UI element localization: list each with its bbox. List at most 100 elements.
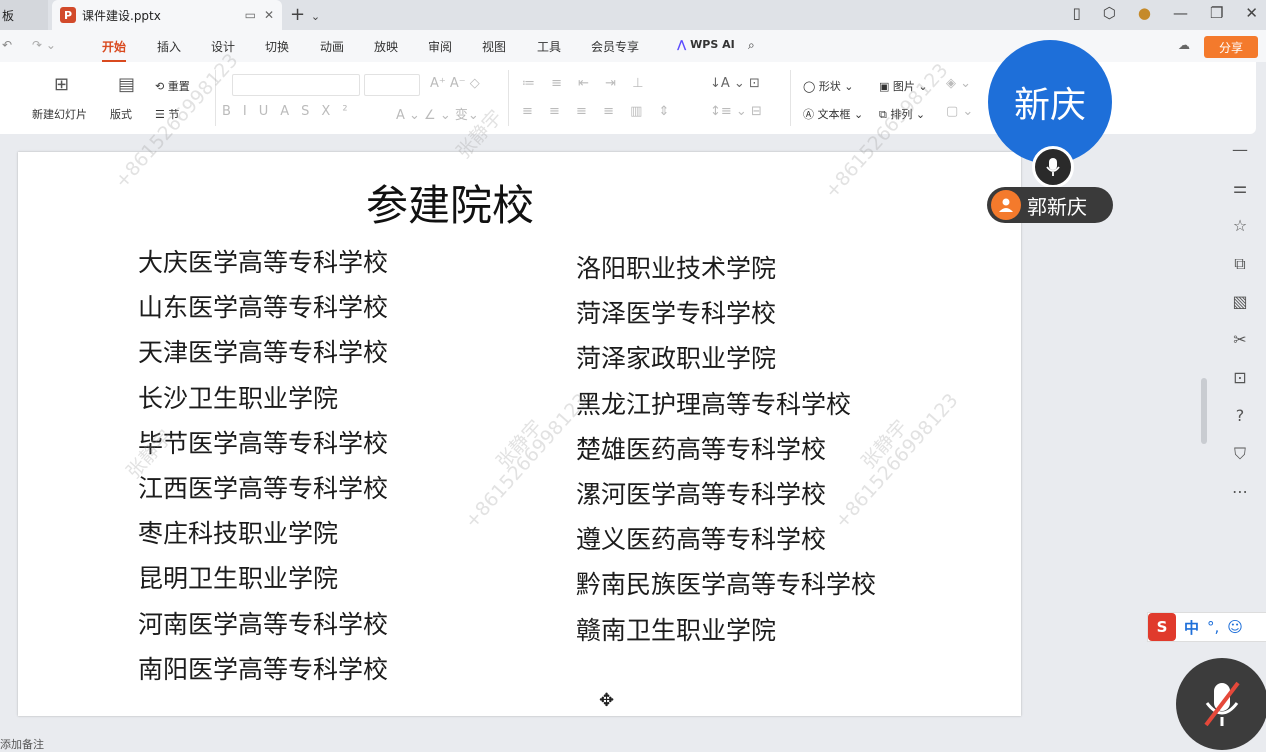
fill-icon[interactable]: ◈ ⌄: [946, 76, 971, 91]
reset-label: 重置: [167, 80, 190, 93]
menu-review[interactable]: 审阅: [428, 38, 452, 55]
font-size-select[interactable]: [364, 74, 420, 96]
ribbon-divider: [508, 70, 509, 126]
shape-label: 形状: [818, 80, 841, 93]
arrange-button[interactable]: ⧉ 排列 ⌄: [879, 106, 925, 122]
mic-icon: [1032, 146, 1074, 188]
layout-button[interactable]: 版式: [110, 106, 132, 122]
outline-icon[interactable]: ▢ ⌄: [946, 104, 973, 119]
undo-icon[interactable]: ↶: [2, 38, 12, 52]
close-window-icon[interactable]: ✕: [1245, 4, 1258, 22]
tab-previous-label: 板: [2, 8, 15, 23]
textbox-button[interactable]: Ⓐ 文本框 ⌄: [803, 106, 863, 122]
text-format-icons[interactable]: BIUASX²: [222, 104, 360, 119]
tab-previous[interactable]: 板: [0, 0, 48, 30]
notes-placeholder: 添加备注: [0, 738, 44, 751]
ime-toolbar[interactable]: S 中 °, ☺: [1147, 612, 1266, 642]
list-item: 枣庄科技职业学院: [138, 519, 339, 549]
list-item: 天津医学高等专科学校: [138, 338, 389, 368]
minimize-icon[interactable]: —: [1173, 4, 1188, 22]
textbox-label: 文本框: [817, 108, 851, 121]
menu-view[interactable]: 视图: [482, 38, 506, 55]
font-family-select[interactable]: [232, 74, 360, 96]
wps-ai-label: WPS AI: [690, 38, 735, 51]
restore-icon[interactable]: ❐: [1210, 4, 1223, 22]
line-spacing-icon[interactable]: ↕≡ ⌄ ⊟: [710, 104, 762, 119]
font-color-icon[interactable]: A ⌄ ∠ ⌄ 变⌄: [396, 104, 479, 123]
menu-design[interactable]: 设计: [211, 38, 235, 55]
help-icon[interactable]: ?: [1222, 406, 1258, 444]
menu-insert[interactable]: 插入: [157, 38, 181, 55]
list-item: 赣南卫生职业学院: [576, 615, 777, 645]
share-button[interactable]: 分享: [1204, 36, 1258, 58]
menu-member[interactable]: 会员专享: [591, 38, 639, 55]
more-icon[interactable]: ⋯: [1222, 482, 1258, 520]
list-item: 洛阳职业技术学院: [576, 254, 777, 283]
cube-icon[interactable]: ⬡: [1103, 4, 1116, 22]
menu-home[interactable]: 开始: [102, 38, 127, 62]
layout-icon[interactable]: ▯: [1073, 4, 1081, 22]
menu-tools[interactable]: 工具: [537, 38, 561, 55]
tab-active-document[interactable]: P 课件建设.pptx ▭ ✕: [52, 0, 282, 30]
ime-mode[interactable]: 中: [1184, 617, 1199, 638]
list-item: 楚雄医药高等专科学校: [576, 434, 827, 464]
list-item: 河南医学高等专科学校: [138, 609, 389, 639]
section-button[interactable]: ☰ 节: [155, 106, 179, 122]
mic-off-icon: [1204, 681, 1240, 727]
slide-canvas[interactable]: 参建院校 大庆医学高等专科学校 山东医学高等专科学校 天津医学高等专科学校 长沙…: [18, 152, 1021, 716]
window-controls: ▯ ⬡ ● — ❐ ✕: [1073, 4, 1259, 22]
list-item: 毕节医学高等专科学校: [138, 428, 389, 458]
share-label: 分享: [1218, 40, 1243, 55]
menu-transition[interactable]: 切换: [265, 38, 289, 55]
font-grow-shrink-icons[interactable]: A⁺ A⁻ ◇: [430, 76, 480, 91]
shape-button[interactable]: ◯ 形状 ⌄: [803, 78, 854, 94]
list-item: 长沙卫生职业学院: [138, 383, 339, 413]
right-sidebar: — ⚌ ☆ ⧉ ▧ ✂ ⊡ ? ⛉ ⋯: [1222, 140, 1258, 520]
star-icon[interactable]: ☆: [1222, 216, 1258, 254]
wps-ai-button[interactable]: ⋀ WPS AI: [677, 38, 735, 51]
menu-slideshow[interactable]: 放映: [374, 38, 398, 55]
text-direction-icon[interactable]: ↓A ⌄ ⊡: [710, 76, 760, 91]
list-item: 黔南民族医学高等专科学校: [576, 570, 877, 600]
layout-icon[interactable]: ▤: [118, 74, 135, 95]
shirt-icon[interactable]: ⛉: [1222, 444, 1258, 482]
emoji-icon[interactable]: ☺: [1227, 618, 1243, 636]
cloud-icon[interactable]: ☁: [1178, 38, 1190, 52]
animation-icon[interactable]: ⧉: [1222, 254, 1258, 292]
scrollbar[interactable]: [1201, 378, 1207, 444]
user-avatar-icon[interactable]: ●: [1138, 4, 1151, 22]
menu-animation[interactable]: 动画: [320, 38, 344, 55]
notes-bar[interactable]: 添加备注: [0, 736, 1200, 751]
list-item: 山东医学高等专科学校: [138, 293, 389, 323]
sliders-icon[interactable]: ⚌: [1222, 178, 1258, 216]
paragraph-icons[interactable]: ≔ ≡ ⇤ ⇥ ⊥: [522, 76, 650, 91]
list-item: 大庆医学高等专科学校: [138, 248, 389, 277]
close-tab-icon[interactable]: ✕: [264, 8, 274, 22]
reset-button[interactable]: ⟲ 重置: [155, 78, 190, 94]
left-school-list: 大庆医学高等专科学校 山东医学高等专科学校 天津医学高等专科学校 长沙卫生职业学…: [138, 240, 388, 692]
picture-button[interactable]: ▣ 图片 ⌄: [879, 78, 928, 94]
collapse-icon[interactable]: —: [1222, 140, 1258, 178]
list-item: 菏泽医学专科学校: [576, 299, 777, 329]
monitor-icon[interactable]: ▭: [245, 8, 256, 22]
move-cursor-icon: ✥: [599, 690, 615, 711]
new-slide-button[interactable]: 新建幻灯片: [32, 106, 87, 122]
sogou-logo-icon: S: [1148, 613, 1176, 641]
tools-icon[interactable]: ✂: [1222, 330, 1258, 368]
image-edit-icon[interactable]: ▧: [1222, 292, 1258, 330]
redo-icon[interactable]: ↷ ⌄: [32, 38, 56, 52]
user-icon: [991, 190, 1021, 220]
arrange-label: 排列: [890, 108, 913, 121]
ribbon-divider: [215, 70, 216, 126]
list-item: 菏泽家政职业学院: [576, 344, 777, 374]
section-label: 节: [168, 108, 180, 121]
align-icons[interactable]: ≡ ≡ ≡ ≡ ▥ ⇕: [522, 104, 675, 119]
new-slide-icon[interactable]: ⊞: [54, 74, 69, 95]
new-tab-button[interactable]: + ⌄: [290, 4, 320, 25]
speaker-name: 郭新庆: [1027, 194, 1087, 219]
list-item: 江西医学高等专科学校: [138, 473, 389, 503]
ime-punctuation[interactable]: °,: [1207, 618, 1219, 636]
book-icon[interactable]: ⊡: [1222, 368, 1258, 406]
search-icon[interactable]: ⌕: [748, 38, 755, 53]
picture-label: 图片: [892, 80, 915, 93]
